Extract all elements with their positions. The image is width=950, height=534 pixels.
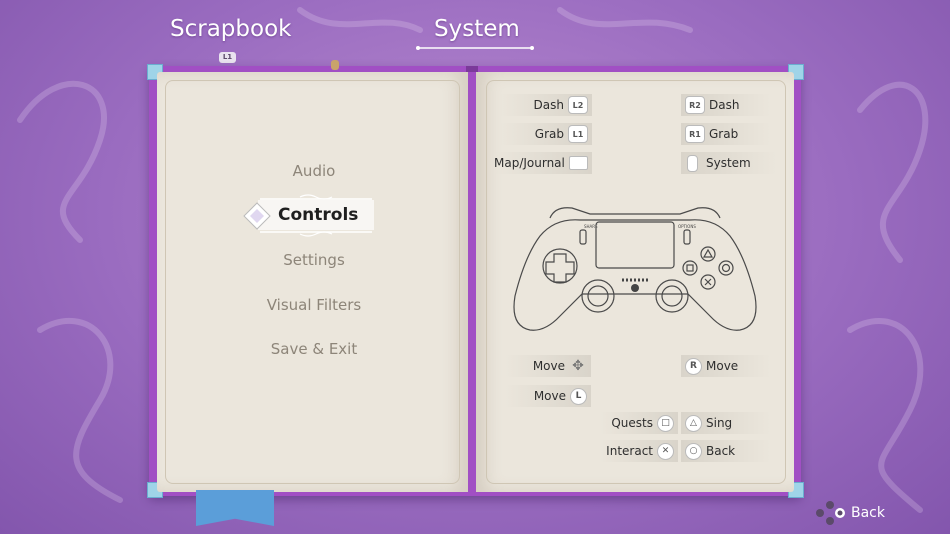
binding-row-system: System (681, 152, 777, 174)
menu-item-visual-filters[interactable]: Visual Filters (170, 296, 458, 314)
menu-item-controls-label: Controls (278, 205, 359, 225)
triangle-button-icon: △ (685, 414, 702, 432)
binding-label: Dash (533, 98, 564, 112)
left-page-frame (165, 80, 460, 484)
binding-row-back: ○ Back (681, 440, 771, 462)
back-label: Back (851, 505, 885, 521)
binding-row-dash-left: Dash L2 (500, 94, 592, 116)
face-buttons-circle-icon (816, 501, 845, 525)
binding-label: Back (706, 444, 736, 458)
left-stick-icon: L (570, 387, 587, 405)
binding-row-sing: △ Sing (681, 412, 771, 434)
book-clasp-top (331, 60, 339, 70)
binding-label: Sing (706, 416, 733, 430)
binding-row-grab-right: R1 Grab (681, 123, 771, 145)
binding-label: Quests (611, 416, 653, 430)
selector-diamond-icon (243, 202, 271, 230)
share-label: SHARE (584, 224, 598, 229)
binding-row-move-dpad: Move ✥ (505, 355, 591, 377)
binding-row-map-journal: Map/Journal (494, 152, 592, 174)
menu-item-audio[interactable]: Audio (170, 162, 458, 180)
r1-button-icon: R1 (685, 125, 705, 143)
binding-label: Interact (606, 444, 653, 458)
r2-button-icon: R2 (685, 96, 705, 114)
binding-label: Grab (534, 127, 564, 141)
menu-item-controls[interactable]: Controls (240, 194, 376, 238)
l2-button-icon: L2 (568, 96, 588, 114)
right-stick-icon: R (685, 357, 702, 375)
binding-label: System (706, 156, 751, 170)
binding-label: Dash (709, 98, 740, 112)
tab-scrapbook[interactable]: Scrapbook (170, 16, 291, 42)
menu-item-save-exit[interactable]: Save & Exit (170, 340, 458, 358)
options-button-icon (687, 154, 698, 172)
binding-label: Move (532, 359, 565, 373)
binding-label: Map/Journal (494, 156, 565, 170)
binding-row-interact: Interact ✕ (600, 440, 678, 462)
options-label: OPTIONS (678, 224, 696, 229)
circle-button-icon: ○ (685, 442, 702, 460)
cross-button-icon: ✕ (657, 442, 674, 460)
tab-system[interactable]: System (434, 16, 520, 42)
l1-button-icon: L1 (219, 52, 236, 63)
binding-row-grab-left: Grab L1 (500, 123, 592, 145)
ps4-controller-diagram: SHARE OPTIONS (513, 207, 757, 331)
menu-item-settings[interactable]: Settings (170, 251, 458, 269)
touchpad-icon (568, 156, 588, 170)
square-button-icon: □ (657, 414, 674, 432)
binding-row-move-left-stick: Move L (505, 385, 591, 407)
binding-row-quests: Quests □ (600, 412, 678, 434)
tab-underline (416, 46, 534, 50)
binding-row-dash-right: R2 Dash (681, 94, 771, 116)
binding-row-move-right-stick: R Move (681, 355, 771, 377)
back-button[interactable]: Back (815, 500, 885, 526)
binding-label: Move (706, 359, 739, 373)
dpad-icon: ✥ (572, 358, 584, 374)
binding-label: Move (533, 389, 566, 403)
l1-button-icon: L1 (568, 125, 588, 143)
binding-label: Grab (709, 127, 739, 141)
